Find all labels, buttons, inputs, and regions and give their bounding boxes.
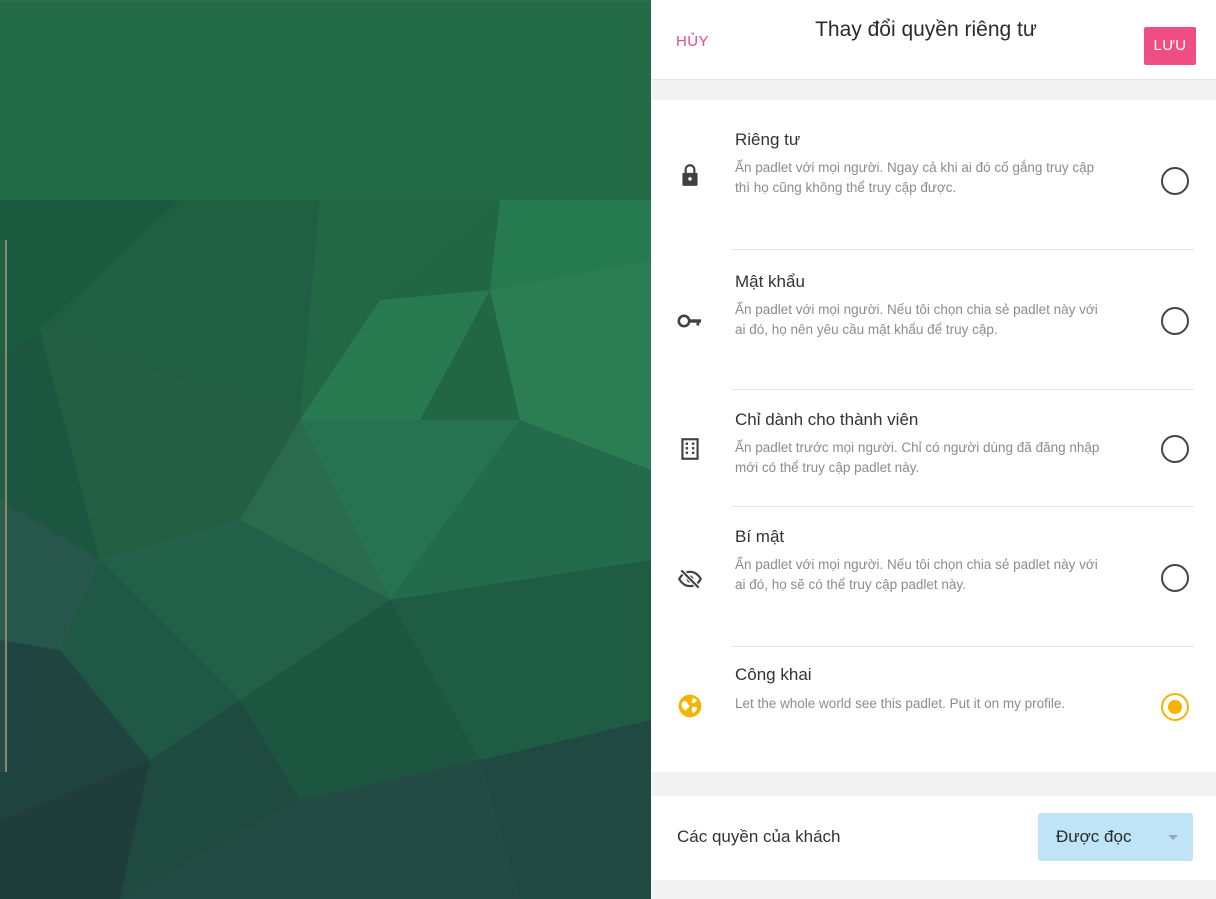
globe-icon bbox=[677, 693, 703, 719]
building-icon bbox=[677, 436, 703, 462]
guest-permissions-row: Các quyền của khách Được đọc bbox=[651, 796, 1216, 880]
option-password[interactable]: Mật khẩu Ẩn padlet với mọi người. Nếu tô… bbox=[651, 250, 1216, 390]
option-description: Ẩn padlet với mọi người. Ngay cả khi ai … bbox=[735, 160, 1095, 195]
option-public[interactable]: Công khai Let the whole world see this p… bbox=[651, 647, 1216, 772]
option-title: Chỉ dành cho thành viên bbox=[735, 410, 919, 429]
dialog-title: Thay đổi quyền riêng tư bbox=[815, 18, 1037, 41]
privacy-radio-selected[interactable] bbox=[1161, 693, 1189, 721]
privacy-radio[interactable] bbox=[1161, 564, 1189, 592]
dialog-header: HỦY Thay đổi quyền riêng tư LƯU bbox=[651, 0, 1216, 80]
low-poly-background bbox=[0, 0, 651, 899]
padlet-background bbox=[0, 0, 651, 899]
key-icon bbox=[677, 308, 703, 334]
option-title: Riêng tư bbox=[735, 130, 801, 149]
option-members-only[interactable]: Chỉ dành cho thành viên Ẩn padlet trước … bbox=[651, 390, 1216, 507]
option-title: Mật khẩu bbox=[735, 272, 805, 291]
save-button[interactable]: LƯU bbox=[1144, 27, 1196, 65]
guest-permissions-select[interactable]: Được đọc bbox=[1038, 813, 1193, 861]
guest-permissions-label: Các quyền của khách bbox=[677, 827, 841, 846]
privacy-panel: HỦY Thay đổi quyền riêng tư LƯU Riêng tư… bbox=[651, 0, 1216, 899]
option-title: Công khai bbox=[735, 665, 812, 684]
privacy-radio[interactable] bbox=[1161, 307, 1189, 335]
guest-permissions-value: Được đọc bbox=[1056, 827, 1132, 846]
option-title: Bí mật bbox=[735, 527, 785, 546]
option-description: Let the whole world see this padlet. Put… bbox=[735, 696, 1066, 711]
privacy-options-list: Riêng tư Ẩn padlet với mọi người. Ngay c… bbox=[651, 100, 1216, 772]
eye-off-icon bbox=[677, 566, 703, 592]
option-description: Ẩn padlet với mọi người. Nếu tôi chọn ch… bbox=[735, 557, 1098, 592]
privacy-radio[interactable] bbox=[1161, 435, 1189, 463]
option-secret[interactable]: Bí mật Ẩn padlet với mọi người. Nếu tôi … bbox=[651, 507, 1216, 647]
caret-down-icon bbox=[1168, 835, 1178, 840]
background-edge-handle bbox=[0, 240, 7, 772]
option-description: Ẩn padlet với mọi người. Nếu tôi chọn ch… bbox=[735, 302, 1098, 337]
option-description: Ẩn padlet trước mọi người. Chỉ có người … bbox=[735, 440, 1100, 475]
option-private[interactable]: Riêng tư Ẩn padlet với mọi người. Ngay c… bbox=[651, 100, 1216, 250]
cancel-button[interactable]: HỦY bbox=[676, 33, 709, 50]
privacy-radio[interactable] bbox=[1161, 167, 1189, 195]
lock-icon bbox=[677, 162, 703, 188]
